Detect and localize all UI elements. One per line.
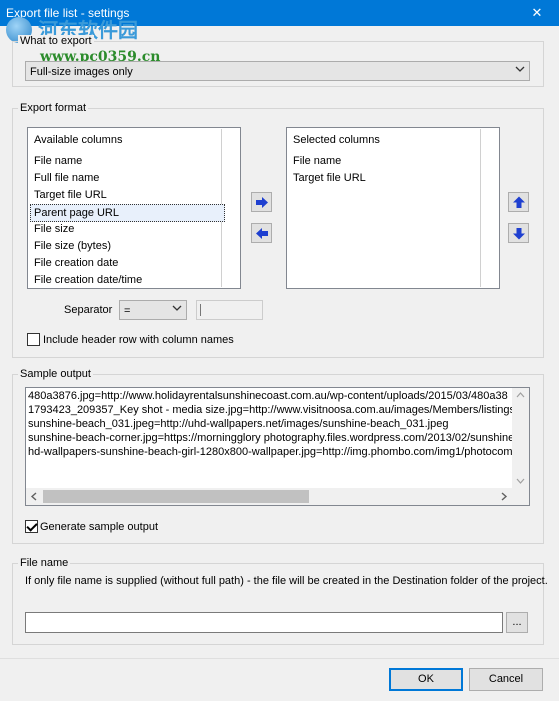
include-header-label[interactable]: Include header row with column names <box>43 334 234 346</box>
ok-button-label: OK <box>418 673 434 685</box>
sample-line: 480a3876.jpg=http://www.holidayrentalsun… <box>28 390 508 402</box>
sample-output-text[interactable]: 480a3876.jpg=http://www.holidayrentalsun… <box>25 387 530 506</box>
chevron-left-icon <box>30 492 37 501</box>
remove-column-button[interactable] <box>251 223 272 243</box>
what-to-export-value: Full-size images only <box>30 66 133 78</box>
chevron-down-icon <box>516 478 525 484</box>
sample-output-label: Sample output <box>18 368 93 380</box>
available-item-file-name[interactable]: File name <box>34 153 82 169</box>
selected-item-file-name[interactable]: File name <box>293 153 341 169</box>
separator-label: Separator <box>64 304 113 316</box>
custom-separator-input[interactable] <box>196 300 263 320</box>
available-item-parent-page-url[interactable]: Parent page URL <box>30 204 225 222</box>
move-down-button[interactable] <box>508 223 529 243</box>
what-to-export-select[interactable]: Full-size images only <box>25 61 530 81</box>
arrow-up-icon <box>513 196 525 208</box>
chevron-right-icon <box>501 492 508 501</box>
separator-select[interactable]: = <box>119 300 187 320</box>
available-item-file-size[interactable]: File size <box>34 221 74 237</box>
horizontal-scrollbar[interactable] <box>26 488 512 505</box>
separator-value: = <box>124 305 131 317</box>
chevron-down-icon <box>515 66 525 72</box>
available-columns-list[interactable]: Available columns File name Full file na… <box>27 127 241 289</box>
text-cursor <box>200 304 201 316</box>
cancel-button[interactable]: Cancel <box>469 668 543 691</box>
sample-line: sunshine-beach_031.jpeg=http://uhd-wallp… <box>28 418 449 430</box>
arrow-left-icon <box>256 228 268 239</box>
file-name-info: If only file name is supplied (without f… <box>25 575 548 587</box>
scrollbar-corner <box>512 488 529 505</box>
list-divider <box>480 129 481 287</box>
selected-columns-list[interactable]: Selected columns File name Target file U… <box>286 127 500 289</box>
available-item-file-size-bytes[interactable]: File size (bytes) <box>34 238 111 254</box>
move-up-button[interactable] <box>508 192 529 212</box>
selected-columns-header: Selected columns <box>293 134 380 146</box>
arrow-down-icon <box>513 228 525 240</box>
vertical-scrollbar[interactable] <box>512 388 529 488</box>
selected-item-target-file-url[interactable]: Target file URL <box>293 170 366 186</box>
sample-line: sunshine-beach-corner.jpg=https://mornin… <box>28 432 524 444</box>
available-columns-header: Available columns <box>34 134 123 146</box>
available-item-file-creation-datetime[interactable]: File creation date/time <box>34 272 142 288</box>
generate-sample-checkbox[interactable] <box>25 520 38 533</box>
arrow-right-icon <box>256 197 268 208</box>
chevron-down-icon <box>172 305 182 311</box>
add-column-button[interactable] <box>251 192 272 212</box>
include-header-checkbox[interactable] <box>27 333 40 346</box>
generate-sample-label[interactable]: Generate sample output <box>40 521 158 533</box>
browse-button-label: ... <box>512 616 522 628</box>
available-item-target-file-url[interactable]: Target file URL <box>34 187 107 203</box>
close-icon[interactable]: ✕ <box>515 0 559 26</box>
available-item-full-file-name[interactable]: Full file name <box>34 170 99 186</box>
chevron-up-icon <box>516 392 525 398</box>
sample-line: hd-wallpapers-sunshine-beach-girl-1280x8… <box>28 446 525 458</box>
browse-button[interactable]: ... <box>506 612 528 633</box>
what-to-export-label: What to export <box>18 35 94 47</box>
available-item-file-creation-date[interactable]: File creation date <box>34 255 118 271</box>
sample-line: 1793423_209357_Key shot - media size.jpg… <box>28 404 519 416</box>
export-format-label: Export format <box>18 102 89 114</box>
file-name-input[interactable] <box>25 612 503 633</box>
file-name-label: File name <box>18 557 71 569</box>
ok-button[interactable]: OK <box>389 668 463 691</box>
cancel-button-label: Cancel <box>488 673 524 685</box>
scrollbar-thumb[interactable] <box>43 490 309 503</box>
